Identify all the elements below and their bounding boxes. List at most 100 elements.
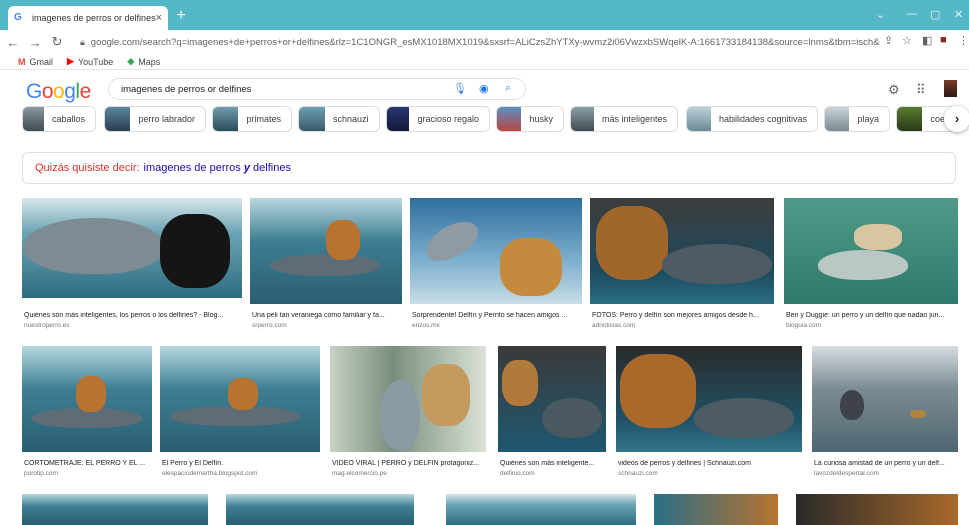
chip-thumbnail bbox=[23, 107, 44, 131]
window-close-icon[interactable]: ✕ bbox=[954, 8, 963, 21]
tab-search-icon[interactable]: ⌄ bbox=[876, 8, 885, 21]
image-result[interactable]: El Perro y El Delfín. elespaciodemartha.… bbox=[160, 346, 320, 486]
microphone-icon[interactable]: 🎙︎ bbox=[453, 82, 467, 95]
dog-shape bbox=[160, 214, 230, 288]
camera-lens-icon[interactable]: ◉ bbox=[479, 82, 489, 95]
image-result[interactable]: VIDEO VIRAL | PERRO y DELFÍN protagoniz.… bbox=[330, 346, 486, 486]
result-image-partial[interactable] bbox=[446, 494, 636, 525]
share-icon[interactable]: ⇪ bbox=[884, 34, 893, 47]
dog-shape bbox=[228, 378, 258, 410]
image-result[interactable]: Ben y Duggie: un perro y un delfín que n… bbox=[784, 198, 958, 338]
search-icon[interactable]: ⌕ bbox=[505, 82, 511, 95]
result-image bbox=[590, 198, 774, 304]
chip-gracioso-regalo[interactable]: gracioso regalo bbox=[386, 106, 490, 132]
dolphin-shape bbox=[818, 250, 908, 280]
maximize-icon[interactable]: ▢ bbox=[930, 8, 940, 21]
did-you-mean-box: Quizás quisiste decir: imagenes de perro… bbox=[22, 152, 956, 184]
account-avatar[interactable] bbox=[944, 80, 957, 97]
forward-icon[interactable]: → bbox=[26, 35, 44, 50]
bookmark-label: Maps bbox=[138, 56, 161, 67]
bookmarks-bar: M Gmail ▶ YouTube ◆ Maps bbox=[0, 54, 969, 70]
lock-icon: 🔒︎ bbox=[80, 36, 85, 47]
result-source: elespaciodemartha.blogspot.com bbox=[162, 470, 258, 477]
image-result[interactable]: Quiénes son más inteligente... delfinio.… bbox=[498, 346, 606, 486]
result-image bbox=[784, 198, 958, 304]
result-source: purotip.com bbox=[24, 470, 58, 477]
bookmark-maps[interactable]: ◆ Maps bbox=[127, 56, 160, 67]
result-image bbox=[812, 346, 958, 452]
dolphin-shape bbox=[694, 398, 794, 438]
chip-caballos[interactable]: caballos bbox=[22, 106, 96, 132]
image-result[interactable]: Una peli tan veraniega como familiar y f… bbox=[250, 198, 402, 338]
image-result[interactable]: videos de perros y delfines | Schnauzi.c… bbox=[616, 346, 802, 486]
chip-primates[interactable]: primates bbox=[212, 106, 292, 132]
apps-grid-icon[interactable]: ⠿ bbox=[916, 82, 926, 98]
chip-label: más inteligentes bbox=[601, 114, 667, 124]
result-source: nuestroperro.es bbox=[24, 322, 70, 329]
settings-gear-icon[interactable]: ⚙ bbox=[888, 82, 900, 98]
result-image-partial[interactable] bbox=[22, 494, 208, 525]
did-you-mean-link[interactable]: imagenes de perros y delfines bbox=[144, 162, 291, 174]
image-result[interactable]: FOTOS: Perro y delfín son mejores amigos… bbox=[590, 198, 774, 338]
dog-shape bbox=[620, 354, 696, 428]
result-image bbox=[616, 346, 802, 452]
chip-thumbnail bbox=[299, 107, 325, 131]
logo-letter: o bbox=[41, 80, 54, 103]
chip-thumbnail bbox=[897, 107, 923, 131]
menu-icon[interactable]: ⋮ bbox=[958, 34, 969, 47]
image-result[interactable]: Sorprendente! Delfín y Perrito se hacen … bbox=[410, 198, 582, 338]
result-source: adnoticias.com bbox=[592, 322, 636, 329]
chips-next-arrow-icon[interactable]: › bbox=[944, 106, 969, 132]
result-image-partial[interactable] bbox=[654, 494, 778, 525]
dog-shape bbox=[596, 206, 668, 280]
dolphin-shape bbox=[662, 244, 772, 284]
result-image-partial[interactable] bbox=[226, 494, 414, 525]
chip-mas-inteligentes[interactable]: más inteligentes bbox=[570, 106, 678, 132]
bookmark-star-icon[interactable]: ☆ bbox=[902, 34, 912, 47]
google-header: Google imagenes de perros or delfines 🎙︎… bbox=[0, 72, 969, 106]
address-bar[interactable]: 🔒︎ google.com/search?q=imagenes+de+perro… bbox=[80, 33, 880, 51]
chip-husky[interactable]: husky bbox=[496, 106, 564, 132]
chip-thumbnail bbox=[497, 107, 522, 131]
result-image-partial[interactable] bbox=[796, 494, 958, 525]
dolphin-shape bbox=[542, 398, 602, 438]
chip-schnauzi[interactable]: schnauzi bbox=[298, 106, 380, 132]
chip-thumbnail bbox=[213, 107, 239, 131]
bookmark-gmail[interactable]: M Gmail bbox=[18, 57, 53, 67]
logo-letter: G bbox=[26, 80, 42, 103]
back-icon[interactable]: ← bbox=[4, 35, 22, 50]
chip-habilidades-cognitivas[interactable]: habilidades cognitivas bbox=[686, 106, 818, 132]
tab-close-icon[interactable]: × bbox=[156, 12, 162, 24]
dog-shape bbox=[76, 376, 106, 412]
chip-perro-labrador[interactable]: perro labrador bbox=[104, 106, 206, 132]
chip-thumbnail bbox=[825, 107, 850, 131]
logo-letter: g bbox=[64, 80, 76, 103]
bookmark-label: YouTube bbox=[77, 56, 114, 67]
reload-icon[interactable]: ↻ bbox=[48, 34, 66, 50]
image-result[interactable]: Quiénes son más inteligentes, los perros… bbox=[22, 198, 242, 338]
result-caption: Quiénes son más inteligente... bbox=[500, 460, 595, 467]
result-image bbox=[330, 346, 486, 452]
search-box[interactable]: imagenes de perros or delfines 🎙︎ ◉ ⌕ bbox=[108, 78, 526, 100]
side-panel-icon[interactable]: ◧ bbox=[922, 34, 932, 47]
result-source: schnauzi.com bbox=[618, 470, 658, 477]
result-image bbox=[250, 198, 402, 304]
chip-playa[interactable]: playa bbox=[824, 106, 890, 132]
tab-title: imagenes de perros or delfines - bbox=[32, 13, 156, 23]
browser-tab[interactable]: G imagenes de perros or delfines - × bbox=[8, 6, 168, 30]
new-tab-button[interactable]: + bbox=[172, 7, 190, 25]
result-image bbox=[22, 198, 242, 298]
result-caption: FOTOS: Perro y delfín son mejores amigos… bbox=[592, 312, 759, 319]
image-result[interactable]: CORTOMETRAJE: EL PERRO Y EL ... purotip.… bbox=[22, 346, 152, 486]
gmail-icon: M bbox=[18, 56, 26, 67]
bookmark-youtube[interactable]: ▶ YouTube bbox=[67, 56, 113, 67]
result-source: lavozdeldespertar.com bbox=[814, 470, 880, 477]
profile-icon[interactable]: ■ bbox=[940, 34, 947, 46]
minimize-icon[interactable]: — bbox=[906, 8, 917, 20]
did-you-mean-label: Quizás quisiste decir: bbox=[35, 162, 140, 174]
search-input[interactable]: imagenes de perros or delfines bbox=[121, 84, 251, 95]
chip-label: playa bbox=[857, 114, 879, 124]
google-logo[interactable]: Google bbox=[26, 80, 91, 104]
dolphin-shape bbox=[840, 390, 864, 420]
image-result[interactable]: La curiosa amistad de un perro y un delf… bbox=[812, 346, 958, 486]
